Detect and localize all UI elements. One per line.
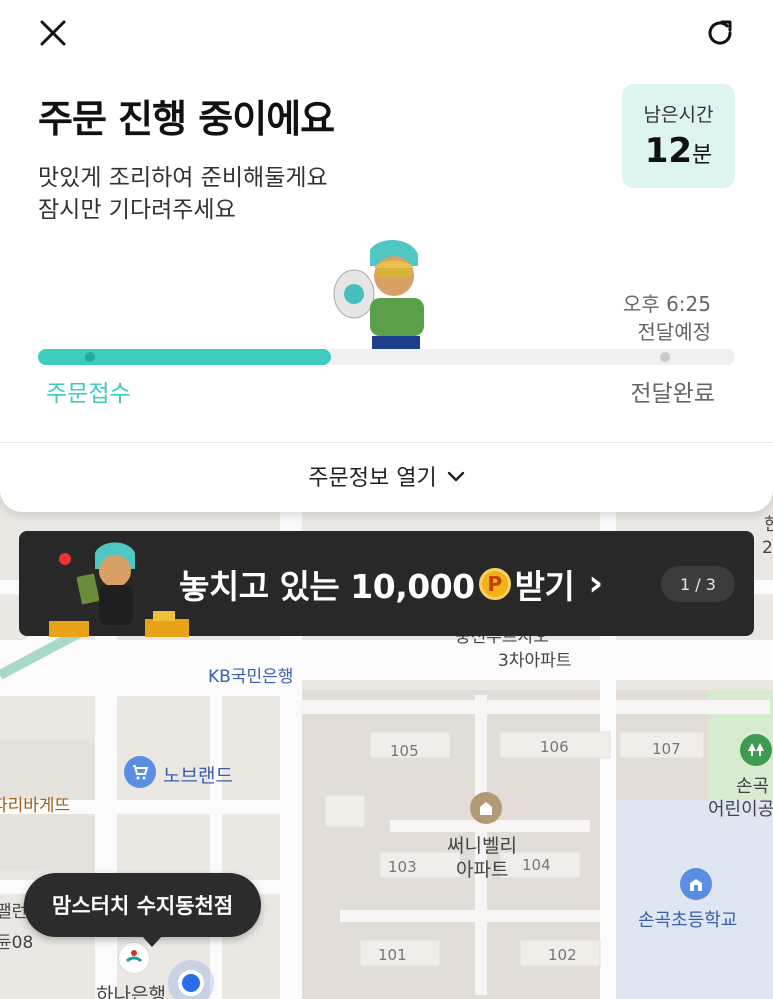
character-money-illustration <box>49 542 189 637</box>
order-info-toggle[interactable]: 주문정보 열기 <box>0 443 773 509</box>
building-number: 105 <box>390 742 419 760</box>
banner-text-suffix: 받기 <box>514 566 575 606</box>
eta-time: 오후 6:25 <box>622 292 711 316</box>
map-label-nobrand[interactable]: 노브랜드 <box>163 761 233 788</box>
map-label-kb[interactable]: KB국민은행 <box>208 662 293 687</box>
order-info-label: 주문정보 열기 <box>308 466 437 491</box>
park-icon[interactable] <box>740 734 772 766</box>
progress-fill <box>38 349 331 365</box>
current-location-marker <box>178 970 204 996</box>
progress-track <box>38 349 735 365</box>
apartment-icon[interactable] <box>470 792 502 824</box>
building-number: 101 <box>378 946 407 964</box>
building-number: 107 <box>652 740 681 758</box>
progress-step-dot <box>85 352 95 362</box>
store-tooltip-label: 맘스터치 수지동천점 <box>52 894 234 918</box>
map-label-han-2: 2 <box>762 538 773 558</box>
building-number: 102 <box>548 946 577 964</box>
subtitle-line-1: 맛있게 조리하여 준비해둘게요 <box>38 165 328 191</box>
cart-icon[interactable] <box>124 756 156 788</box>
map-label-han: 한 <box>764 515 773 535</box>
building-number: 106 <box>540 738 569 756</box>
eta-label: 전달예정 <box>637 320 711 344</box>
school-icon[interactable] <box>680 868 712 900</box>
map-label-school[interactable]: 손곡초등학교 <box>638 906 737 932</box>
step-order-received: 주문접수 <box>46 381 131 407</box>
map-label-pal-2: 듄08 <box>0 933 34 953</box>
chevron-down-icon <box>447 464 465 489</box>
building-number: 103 <box>388 858 417 876</box>
map-label-kinder-2: 어린이공 <box>708 799 773 820</box>
banner-text-prefix: 놓치고 있는 10,000 <box>179 566 475 606</box>
point-coin-icon: P <box>478 567 511 600</box>
subtitle-line-2: 잠시만 기다려주세요 <box>38 197 236 223</box>
map-view[interactable]: 풍천푸르지오 3차아파트 KB국민은행 노브랜드 파리바게뜨 105 106 1… <box>0 440 773 999</box>
chevron-right-icon: › <box>588 563 603 604</box>
map-label-sunnyvalley[interactable]: 써니벨리 <box>447 831 517 858</box>
close-button[interactable] <box>33 13 73 53</box>
map-label-sunnyvalley-2: 아파트 <box>456 859 509 881</box>
refresh-icon <box>708 20 732 45</box>
map-label-hana[interactable]: 하나은행 <box>96 980 166 999</box>
store-tooltip[interactable]: 맘스터치 수지동천점 <box>24 873 262 947</box>
banner-text: 놓치고 있는 10,000 P 받기 › <box>179 531 603 636</box>
remaining-time-badge: 남은시간 12분 <box>622 84 735 188</box>
page-title: 주문 진행 중이에요 <box>38 97 335 141</box>
building-number: 104 <box>522 856 551 874</box>
promo-banner[interactable]: 놓치고 있는 10,000 P 받기 › 1 / 3 <box>19 531 754 637</box>
banner-page-indicator: 1 / 3 <box>661 566 735 602</box>
order-status-sheet: 주문 진행 중이에요 맛있게 조리하여 준비해둘게요 잠시만 기다려주세요 남은… <box>0 0 773 512</box>
remaining-time-label: 남은시간 <box>643 104 714 126</box>
map-label-apt3: 3차아파트 <box>498 651 572 671</box>
progress-step-dot <box>660 352 670 362</box>
close-icon <box>40 20 66 46</box>
refresh-button[interactable] <box>700 13 740 53</box>
step-delivered: 전달완료 <box>630 381 715 407</box>
map-label-paris[interactable]: 파리바게뜨 <box>0 791 70 816</box>
delivery-courier-illustration <box>333 239 424 350</box>
remaining-time-value: 12분 <box>644 131 713 171</box>
